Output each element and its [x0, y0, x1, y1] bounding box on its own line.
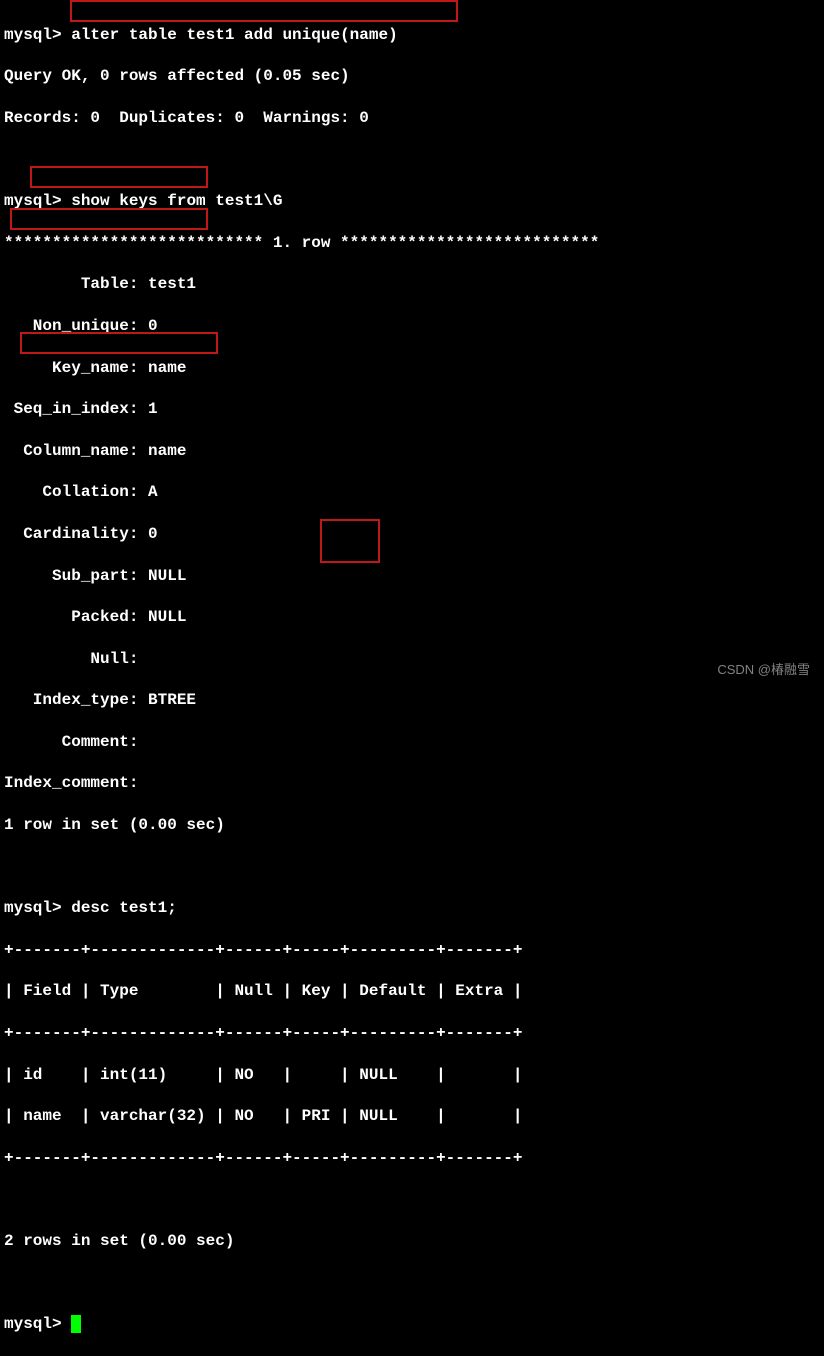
query-ok-line: Query OK, 0 rows affected (0.05 sec)	[4, 66, 820, 87]
key-seqinindex: Seq_in_index: 1	[4, 399, 820, 420]
records-line: Records: 0 Duplicates: 0 Warnings: 0	[4, 108, 820, 129]
key-collation: Collation: A	[4, 482, 820, 503]
table-border-top: +-------+-------------+------+-----+----…	[4, 940, 820, 961]
rows-result-1: 1 row in set (0.00 sec)	[4, 815, 820, 836]
rows-result-2: 2 rows in set (0.00 sec)	[4, 1231, 820, 1252]
cursor-block[interactable]	[71, 1315, 81, 1333]
watermark: CSDN @椿融雪	[717, 662, 810, 679]
key-columnname: Column_name: name	[4, 441, 820, 462]
showkeys-command: show keys from test1\G	[71, 192, 282, 210]
mysql-prompt: mysql>	[4, 899, 62, 917]
mysql-prompt: mysql>	[4, 1315, 62, 1333]
key-cardinality: Cardinality: 0	[4, 524, 820, 545]
table-border-mid: +-------+-------------+------+-----+----…	[4, 1023, 820, 1044]
key-nonunique: Non_unique: 0	[4, 316, 820, 337]
mysql-prompt: mysql>	[4, 192, 62, 210]
table-row-id: | id | int(11) | NO | | NULL | |	[4, 1065, 820, 1086]
alter-command: alter table test1 add unique(name)	[71, 26, 397, 44]
table-row-name: | name | varchar(32) | NO | PRI | NULL |…	[4, 1106, 820, 1127]
desc-command: desc test1;	[71, 899, 177, 917]
terminal-output: mysql> alter table test1 add unique(name…	[4, 4, 820, 1356]
mysql-prompt: mysql>	[4, 26, 62, 44]
key-null: Null:	[4, 649, 820, 670]
table-header: | Field | Type | Null | Key | Default | …	[4, 981, 820, 1002]
key-packed: Packed: NULL	[4, 607, 820, 628]
key-subpart: Sub_part: NULL	[4, 566, 820, 587]
row-header: *************************** 1. row *****…	[4, 233, 820, 254]
table-border-bot: +-------+-------------+------+-----+----…	[4, 1148, 820, 1169]
key-indextype: Index_type: BTREE	[4, 690, 820, 711]
key-keyname: Key_name: name	[4, 358, 820, 379]
key-indexcomment: Index_comment:	[4, 773, 820, 794]
key-comment: Comment:	[4, 732, 820, 753]
key-table: Table: test1	[4, 274, 820, 295]
